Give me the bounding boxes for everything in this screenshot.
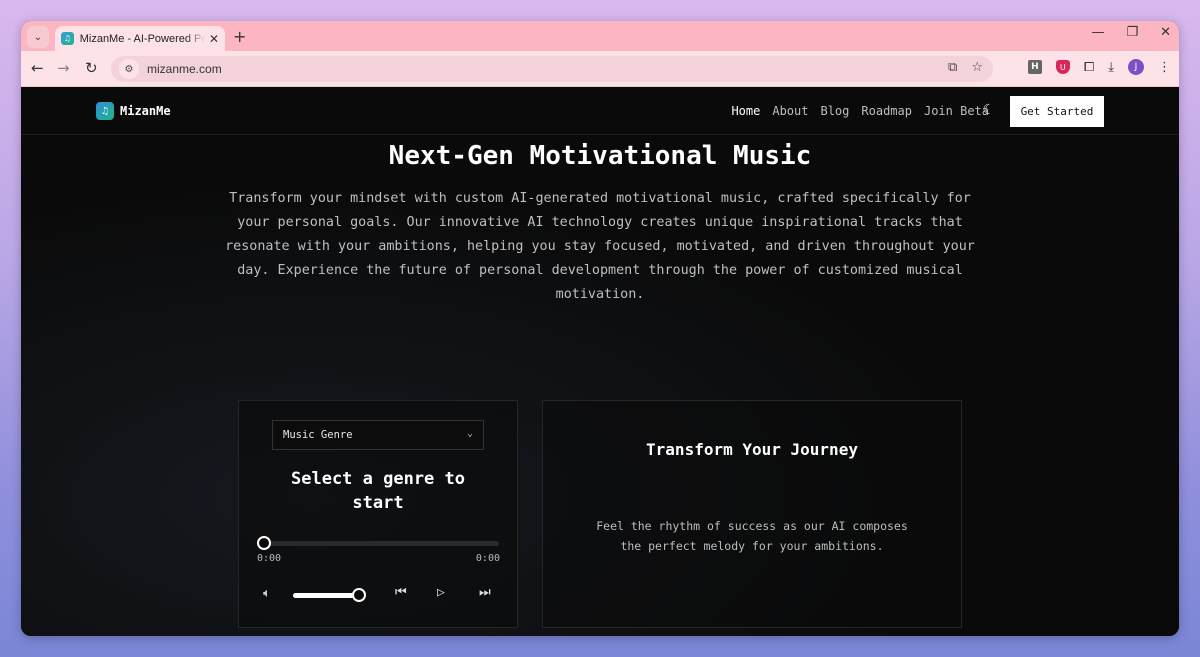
chevron-down-icon: ⌄: [466, 428, 473, 439]
info-card: Transform Your Journey Feel the rhythm o…: [542, 400, 962, 628]
moon-icon[interactable]: ☾: [983, 102, 991, 118]
profile-avatar[interactable]: J: [1128, 59, 1144, 75]
get-started-button[interactable]: Get Started: [1010, 96, 1104, 127]
extension-area: H U ⧠ ⤓ J ⋮: [1027, 59, 1171, 75]
tab-search-button[interactable]: ⌄: [27, 26, 49, 48]
bookmark-star-icon[interactable]: ☆: [971, 60, 983, 75]
player-status-title: Select a genre to start: [291, 469, 465, 513]
nav-link-join-beta[interactable]: Join Beta: [924, 104, 989, 118]
web-page: ♫ MizanMe Home About Blog Roadmap Join Beta …: [21, 87, 1179, 636]
url-text[interactable]: mizanme.com: [147, 62, 222, 76]
headphones-icon: ♫: [61, 32, 74, 45]
forward-icon[interactable]: →: [57, 59, 70, 77]
install-app-icon[interactable]: ⧉: [948, 60, 957, 75]
window-close-icon[interactable]: ✕: [1160, 25, 1171, 40]
info-card-title: Transform Your Journey: [646, 440, 858, 459]
hero-title: Next-Gen Motivational Music: [388, 141, 812, 171]
progress-knob[interactable]: [257, 536, 271, 550]
download-icon[interactable]: ⤓: [1108, 60, 1114, 75]
nav-link-home[interactable]: Home: [731, 104, 760, 118]
duration-time: 0:00: [475, 553, 500, 564]
logo-text: MizanMe: [120, 104, 171, 118]
headphones-icon: ♫: [96, 102, 114, 120]
shield-extension-icon[interactable]: U: [1055, 60, 1070, 74]
browser-window: ⌄ ♫ MizanMe - AI-Powered Personal Motiva…: [21, 21, 1179, 636]
genre-select-value: Music Genre: [283, 429, 353, 441]
volume-fill: [293, 593, 359, 598]
tab-strip: ⌄ ♫ MizanMe - AI-Powered Personal Motiva…: [21, 21, 1179, 51]
next-track-icon[interactable]: ⏭︎: [479, 585, 491, 600]
hero-description: Transform your mindset with custom AI-ge…: [225, 191, 975, 302]
site-info-icon[interactable]: ⚙: [119, 59, 139, 79]
close-icon[interactable]: ✕: [209, 32, 219, 46]
progress-slider[interactable]: [257, 536, 499, 550]
minimize-icon[interactable]: —: [1091, 25, 1104, 40]
previous-track-icon[interactable]: ⏮︎: [395, 585, 407, 600]
music-player-card: Music Genre ⌄ Select a genre to start 0:…: [238, 400, 518, 628]
player-controls: 🔈︎ ⏮︎ ▷ ⏭︎: [263, 585, 499, 605]
menu-kebab-icon[interactable]: ⋮: [1158, 60, 1171, 75]
puzzle-extensions-icon[interactable]: ⧠: [1084, 60, 1094, 75]
address-bar[interactable]: ⚙ mizanme.com ⧉ ☆: [111, 56, 993, 82]
volume-knob[interactable]: [352, 588, 366, 602]
info-card-description: Feel the rhythm of success as our AI com…: [596, 519, 908, 553]
nav-link-about[interactable]: About: [772, 104, 808, 118]
chevron-down-icon: ⌄: [33, 31, 43, 43]
site-header: ♫ MizanMe Home About Blog Roadmap Join Beta …: [21, 87, 1179, 135]
new-tab-button[interactable]: +: [233, 27, 246, 46]
browser-tab[interactable]: ♫ MizanMe - AI-Powered Personal Motivati…: [55, 26, 225, 51]
back-icon[interactable]: ←: [31, 59, 44, 77]
nav-link-roadmap[interactable]: Roadmap: [861, 104, 912, 118]
current-time: 0:00: [257, 553, 282, 564]
browser-toolbar: ← → ↻ ⚙ mizanme.com ⧉ ☆ H U ⧠ ⤓ J ⋮: [21, 51, 1179, 87]
volume-slider[interactable]: [293, 588, 366, 602]
reload-icon[interactable]: ↻: [85, 59, 98, 77]
h-extension-icon[interactable]: H: [1027, 60, 1042, 74]
restore-icon[interactable]: ❐: [1126, 25, 1138, 40]
site-logo[interactable]: ♫ MizanMe: [96, 102, 171, 120]
tab-title: MizanMe - AI-Powered Personal Motivation: [79, 32, 205, 45]
music-genre-select[interactable]: Music Genre ⌄: [272, 420, 484, 450]
play-icon[interactable]: ▷: [437, 585, 445, 600]
nav-link-blog[interactable]: Blog: [820, 104, 849, 118]
main-nav: Home About Blog Roadmap Join Beta: [731, 104, 989, 118]
volume-icon[interactable]: 🔈︎: [263, 586, 271, 601]
window-controls: — ❐ ✕: [1091, 25, 1171, 40]
